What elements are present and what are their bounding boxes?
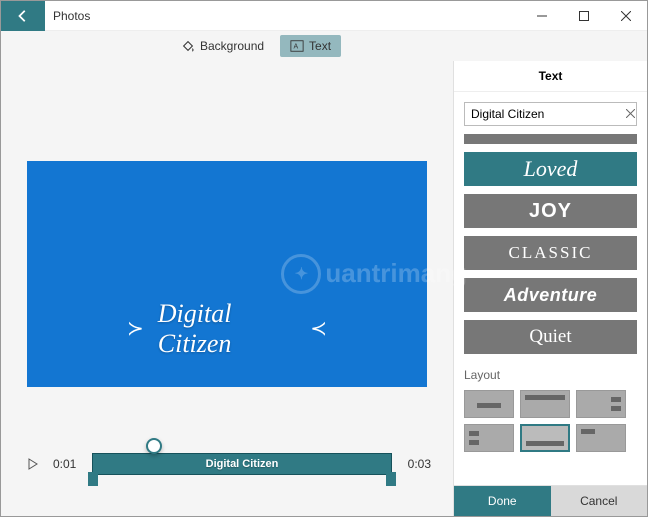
timeline: 0:01 Digital Citizen 0:03	[19, 426, 435, 516]
style-classic[interactable]: CLASSIC	[464, 236, 637, 270]
trim-handle-left[interactable]	[88, 472, 98, 486]
layout-bottom-bar[interactable]	[520, 424, 570, 452]
cancel-button[interactable]: Cancel	[551, 486, 648, 516]
svg-text:A: A	[294, 44, 299, 51]
style-joy[interactable]: JOY	[464, 194, 637, 228]
layout-left-side[interactable]	[464, 424, 514, 452]
play-button[interactable]	[23, 454, 43, 474]
layout-grid	[464, 390, 637, 452]
start-time-label: 0:01	[53, 457, 76, 471]
style-quiet[interactable]: Quiet	[464, 320, 637, 354]
editor-toolbar: Background A Text	[1, 31, 647, 61]
canvas-text-overlay: ≺ Digital Citizen ≺	[127, 299, 327, 359]
text-input[interactable]	[471, 107, 626, 121]
clip-band[interactable]: Digital Citizen	[92, 453, 391, 475]
close-button[interactable]	[605, 1, 647, 31]
clear-text-button[interactable]	[626, 107, 635, 121]
watermark: ✦ uantrimang	[281, 254, 467, 294]
panel-scroll[interactable]: Loved JOY CLASSIC Adventure Quiet Layout	[454, 92, 647, 485]
text-tab[interactable]: A Text	[280, 35, 341, 57]
canvas-holder: ✦ uantrimang ≺ Digital Citizen ≺	[19, 61, 435, 426]
panel-title: Text	[454, 61, 647, 92]
ornament-right-icon: ≺	[310, 316, 327, 341]
content-area: ✦ uantrimang ≺ Digital Citizen ≺ 0:01 Di…	[1, 61, 647, 516]
back-button[interactable]	[1, 1, 45, 31]
end-time-label: 0:03	[408, 457, 431, 471]
layout-corner[interactable]	[576, 424, 626, 452]
done-button[interactable]: Done	[454, 486, 551, 516]
playhead[interactable]	[146, 438, 162, 454]
window-controls	[521, 1, 647, 31]
style-adventure[interactable]: Adventure	[464, 278, 637, 312]
timeline-track[interactable]: Digital Citizen	[86, 444, 397, 484]
background-tab[interactable]: Background	[171, 35, 274, 57]
minimize-icon	[537, 11, 547, 21]
watermark-logo-icon: ✦	[281, 254, 321, 294]
clear-icon	[626, 109, 635, 118]
text-input-box	[464, 102, 637, 126]
clip-band-label: Digital Citizen	[206, 458, 279, 470]
trim-handle-right[interactable]	[386, 472, 396, 486]
close-icon	[621, 11, 631, 21]
background-tab-label: Background	[200, 39, 264, 53]
style-loved[interactable]: Loved	[464, 152, 637, 186]
back-arrow-icon	[16, 9, 30, 23]
side-panel: Text Loved JOY CLASSIC Adventure Quiet L…	[453, 61, 647, 516]
maximize-icon	[579, 11, 589, 21]
layout-center[interactable]	[464, 390, 514, 418]
layout-top-bar[interactable]	[520, 390, 570, 418]
layout-section-label: Layout	[464, 368, 637, 382]
panel-footer: Done Cancel	[454, 485, 647, 516]
maximize-button[interactable]	[563, 1, 605, 31]
text-tab-label: Text	[309, 39, 331, 53]
minimize-button[interactable]	[521, 1, 563, 31]
play-icon	[27, 458, 39, 470]
ornament-left-icon: ≺	[127, 316, 144, 341]
layout-right-side[interactable]	[576, 390, 626, 418]
style-item-previous-peek[interactable]	[464, 134, 637, 144]
canvas-area: ✦ uantrimang ≺ Digital Citizen ≺ 0:01 Di…	[1, 61, 453, 516]
canvas-text: Digital Citizen	[158, 299, 296, 359]
title-bar: Photos	[1, 1, 647, 31]
text-icon: A	[290, 39, 304, 53]
app-title: Photos	[53, 9, 90, 23]
title-card-canvas[interactable]: ✦ uantrimang ≺ Digital Citizen ≺	[27, 161, 427, 387]
paint-bucket-icon	[181, 39, 195, 53]
